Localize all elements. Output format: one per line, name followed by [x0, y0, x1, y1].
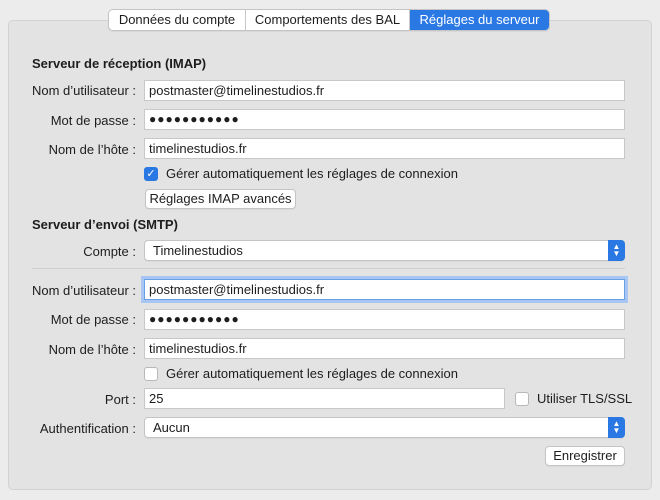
smtp-auth-value: Aucun: [153, 420, 190, 435]
smtp-port-input[interactable]: 25: [144, 388, 505, 409]
smtp-port-label: Port :: [104, 392, 136, 407]
smtp-username-input[interactable]: postmaster@timelinestudios.fr: [144, 279, 625, 300]
smtp-account-label: Compte :: [83, 244, 136, 259]
checkmark-icon: ✓: [146, 167, 156, 180]
save-button[interactable]: Enregistrer: [545, 446, 625, 466]
imap-password-label: Mot de passe :: [50, 113, 136, 128]
imap-section-title: Serveur de réception (IMAP): [32, 56, 207, 71]
imap-host-label: Nom de l’hôte :: [48, 142, 136, 157]
smtp-account-select[interactable]: Timelinestudios ▲ ▼: [144, 240, 625, 261]
imap-auto-manage-row: ✓ Gérer automatiquement les réglages de …: [144, 166, 458, 181]
smtp-account-value: Timelinestudios: [153, 243, 243, 258]
imap-username-input[interactable]: postmaster@timelinestudios.fr: [144, 80, 625, 101]
tab-bar: Données du compte Comportements des BAL …: [108, 9, 550, 31]
imap-host-input[interactable]: timelinestudios.fr: [144, 138, 625, 159]
smtp-auto-manage-checkbox[interactable]: [144, 366, 158, 381]
smtp-host-label: Nom de l’hôte :: [48, 342, 136, 357]
smtp-password-input[interactable]: ●●●●●●●●●●●: [144, 309, 625, 330]
section-divider: [32, 268, 625, 269]
smtp-tls-row: Utiliser TLS/SSL: [515, 391, 632, 406]
smtp-auto-manage-row: Gérer automatiquement les réglages de co…: [144, 366, 458, 381]
tab-account-data[interactable]: Données du compte: [109, 10, 246, 30]
smtp-username-label: Nom d’utilisateur :: [31, 283, 136, 298]
imap-password-input[interactable]: ●●●●●●●●●●●: [144, 109, 625, 130]
chevron-updown-icon: ▲ ▼: [608, 417, 625, 438]
tab-mailbox-behaviors[interactable]: Comportements des BAL: [246, 10, 410, 30]
smtp-tls-label: Utiliser TLS/SSL: [537, 391, 633, 406]
chevron-updown-icon: ▲ ▼: [608, 240, 625, 261]
smtp-password-label: Mot de passe :: [50, 312, 136, 327]
imap-username-label: Nom d’utilisateur :: [31, 83, 136, 98]
smtp-section-title: Serveur d’envoi (SMTP): [32, 217, 178, 232]
imap-auto-manage-label: Gérer automatiquement les réglages de co…: [166, 166, 458, 181]
tab-server-settings[interactable]: Réglages du serveur: [410, 10, 549, 30]
smtp-auto-manage-label: Gérer automatiquement les réglages de co…: [166, 366, 458, 381]
imap-auto-manage-checkbox[interactable]: ✓: [144, 166, 158, 181]
smtp-host-input[interactable]: timelinestudios.fr: [144, 338, 625, 359]
smtp-tls-checkbox[interactable]: [515, 391, 529, 406]
smtp-auth-label: Authentification :: [39, 421, 136, 436]
imap-advanced-button[interactable]: Réglages IMAP avancés: [145, 189, 296, 209]
smtp-auth-select[interactable]: Aucun ▲ ▼: [144, 417, 625, 438]
